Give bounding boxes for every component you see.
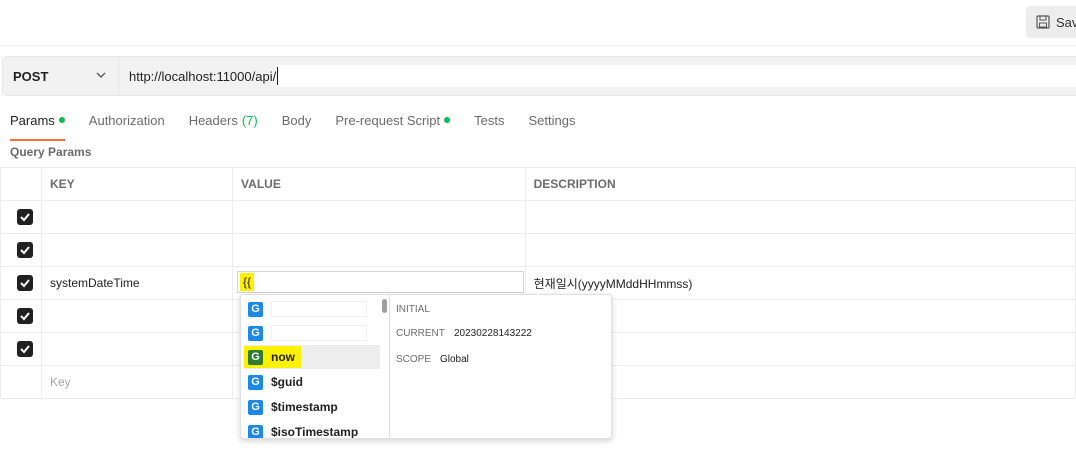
table-header-row: KEY VALUE DESCRIPTION	[0, 167, 1076, 201]
global-variable-icon: G	[248, 325, 263, 341]
row-checkbox[interactable]	[17, 307, 33, 324]
query-params-title: Query Params	[10, 145, 92, 159]
description-cell[interactable]	[524, 200, 1076, 234]
description-column-header: DESCRIPTION	[524, 167, 1076, 201]
request-bar: POST http://localhost:11000/api/	[2, 56, 1076, 96]
autocomplete-item-label	[271, 325, 367, 341]
autocomplete-item-label: $guid	[271, 375, 303, 389]
url-field-bg	[277, 65, 1076, 87]
autocomplete-item-label: $timestamp	[271, 400, 338, 414]
check-icon	[20, 212, 30, 221]
row-checkbox[interactable]	[17, 241, 33, 258]
check-icon	[20, 344, 30, 353]
headers-count: (7)	[241, 112, 258, 128]
global-variable-icon: G	[248, 399, 263, 415]
variable-autocomplete: G G G now G $guid G $timestamp G $isoTim…	[240, 294, 612, 439]
url-input[interactable]: http://localhost:11000/api/	[119, 57, 1076, 95]
key-cell[interactable]	[40, 332, 234, 366]
method-label: POST	[13, 68, 49, 84]
params-status-dot	[58, 117, 65, 123]
check-icon	[20, 245, 30, 254]
tab-body[interactable]: Body	[282, 111, 312, 129]
row-checkbox[interactable]	[17, 340, 33, 357]
global-variable-icon: G	[248, 301, 263, 317]
value-cell[interactable]	[232, 233, 526, 267]
description-cell[interactable]	[524, 233, 1076, 267]
autocomplete-scrollbar[interactable]	[382, 299, 387, 313]
global-variable-icon: G	[248, 349, 263, 365]
value-cell[interactable]	[232, 200, 526, 234]
key-placeholder[interactable]: Key	[40, 365, 234, 399]
tab-settings[interactable]: Settings	[528, 111, 575, 129]
autocomplete-list: G G G now G $guid G $timestamp G $isoTim…	[241, 295, 381, 439]
url-text: http://localhost:11000/api/	[129, 67, 279, 85]
tab-params[interactable]: Params	[10, 111, 65, 141]
current-row: CURRENT 20230228143222	[396, 328, 532, 339]
autocomplete-item[interactable]: G $timestamp	[244, 395, 380, 419]
autocomplete-item[interactable]: G $guid	[244, 370, 380, 394]
initial-row: INITIAL	[396, 304, 430, 315]
tab-pre-request-script[interactable]: Pre-request Script	[335, 111, 451, 129]
pre-request-status-dot	[444, 117, 451, 123]
value-input-active[interactable]: {{	[237, 271, 524, 293]
autocomplete-item-selected[interactable]: G now	[244, 345, 380, 369]
key-column-header: KEY	[40, 167, 234, 201]
method-select[interactable]: POST	[3, 57, 119, 95]
value-column-header: VALUE	[232, 167, 526, 201]
autocomplete-item-label: now	[271, 350, 295, 364]
autocomplete-item[interactable]: G $isoTimestamp	[244, 420, 380, 439]
top-bar: Sav	[0, 0, 1076, 46]
tab-tests[interactable]: Tests	[474, 111, 504, 129]
autocomplete-item[interactable]: G	[244, 297, 380, 321]
tab-authorization[interactable]: Authorization	[89, 111, 165, 129]
key-cell[interactable]: systemDateTime	[40, 266, 234, 300]
row-checkbox[interactable]	[17, 274, 33, 291]
tab-headers[interactable]: Headers (7)	[189, 111, 258, 129]
check-icon	[20, 311, 30, 320]
global-variable-icon: G	[248, 374, 263, 390]
key-cell[interactable]	[40, 200, 234, 234]
autocomplete-item[interactable]: G	[244, 321, 380, 345]
variable-brace: {{	[240, 273, 255, 291]
check-icon	[20, 278, 30, 287]
chevron-down-icon	[96, 72, 106, 78]
request-tabs: Params Authorization Headers (7) Body Pre…	[10, 111, 599, 141]
autocomplete-divider	[389, 295, 390, 438]
table-row	[0, 233, 1076, 267]
scope-row: SCOPE Global	[396, 354, 469, 365]
save-button[interactable]: Sav	[1026, 6, 1076, 38]
key-cell[interactable]	[40, 233, 234, 267]
autocomplete-item-label	[271, 301, 367, 317]
global-variable-icon: G	[248, 424, 263, 438]
save-label: Sav	[1056, 14, 1076, 30]
save-icon	[1036, 15, 1050, 29]
key-cell[interactable]	[40, 299, 234, 333]
autocomplete-item-label: $isoTimestamp	[271, 425, 359, 439]
row-checkbox[interactable]	[17, 208, 33, 225]
table-row	[0, 200, 1076, 234]
